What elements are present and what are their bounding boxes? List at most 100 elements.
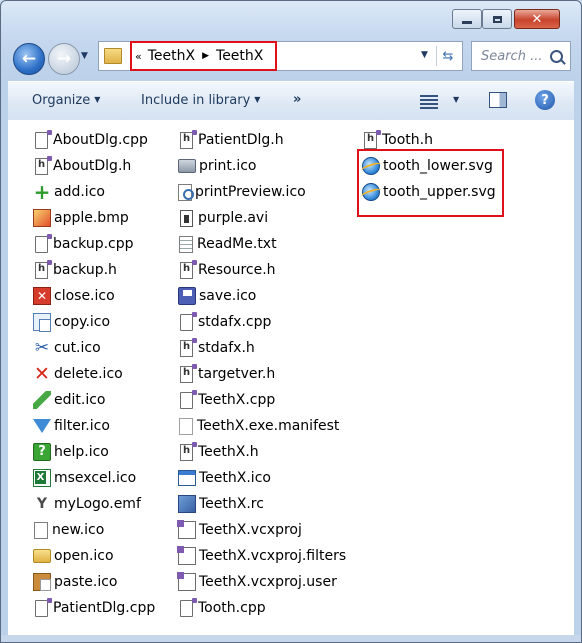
organize-button[interactable]: Organize ▼ xyxy=(32,93,100,108)
file-name: delete.ico xyxy=(54,366,123,382)
help-icon: ? xyxy=(33,443,51,461)
file-name: TeethX.exe.manifest xyxy=(197,418,340,434)
file-item[interactable]: ✕ close.ico xyxy=(33,283,155,309)
more-commands-button[interactable]: » xyxy=(293,92,301,107)
file-item[interactable]: apple.bmp xyxy=(33,205,155,231)
file-item[interactable]: TeethX.cpp xyxy=(178,387,346,413)
file-item[interactable]: AboutDlg.cpp xyxy=(33,127,155,153)
file-item[interactable]: printPreview.ico xyxy=(178,179,346,205)
file-item[interactable]: stdafx.h xyxy=(178,335,346,361)
file-item[interactable]: TeethX.vcxproj xyxy=(177,517,346,543)
refresh-icon: ⇆ xyxy=(442,48,454,64)
file-item[interactable]: new.ico xyxy=(33,517,155,543)
file-item[interactable]: TeethX.h xyxy=(178,439,346,465)
file-name: AboutDlg.h xyxy=(53,158,132,174)
address-dropdown-icon[interactable]: ▼ xyxy=(421,50,428,60)
file-item[interactable]: ? help.ico xyxy=(33,439,155,465)
vc-filters-icon xyxy=(177,546,196,565)
logo-icon: Y xyxy=(36,496,48,512)
file-name: print.ico xyxy=(199,158,257,174)
file-name: copy.ico xyxy=(54,314,111,330)
file-name: TeethX.vcxproj.user xyxy=(199,574,337,590)
file-name: stdafx.h xyxy=(198,340,255,356)
header-file-icon xyxy=(180,441,197,461)
file-name: PatientDlg.h xyxy=(198,132,284,148)
view-options-dropdown[interactable]: ▼ xyxy=(453,95,459,104)
file-item[interactable]: YmyLogo.emf xyxy=(33,491,155,517)
change-view-icon[interactable] xyxy=(420,93,438,109)
file-item[interactable]: Resource.h xyxy=(178,257,346,283)
file-name: Resource.h xyxy=(198,262,276,278)
file-item[interactable]: print.ico xyxy=(178,153,346,179)
window-bottom-border xyxy=(1,635,581,642)
search-input[interactable]: Search ... xyxy=(471,41,571,71)
cpp-file-icon xyxy=(35,129,52,149)
file-item[interactable]: ReadMe.txt xyxy=(178,231,346,257)
file-name: open.ico xyxy=(54,548,114,564)
file-column-3: Tooth.h tooth_lower.svg tooth_upper.svg xyxy=(362,127,496,205)
file-item[interactable]: PatientDlg.cpp xyxy=(33,595,155,621)
file-item[interactable]: + add.ico xyxy=(33,179,155,205)
file-item[interactable]: PatientDlg.h xyxy=(178,127,346,153)
file-item[interactable]: Tooth.cpp xyxy=(178,595,346,621)
file-item[interactable]: TeethX.ico xyxy=(178,465,346,491)
file-item[interactable]: stdafx.cpp xyxy=(178,309,346,335)
file-item[interactable]: AboutDlg.h xyxy=(33,153,155,179)
file-item[interactable]: open.ico xyxy=(33,543,155,569)
file-item[interactable]: tooth_upper.svg xyxy=(362,179,496,205)
organize-label: Organize xyxy=(32,93,91,108)
breadcrumb-overflow[interactable]: « xyxy=(135,50,142,63)
breadcrumb-item-1[interactable]: TeethX xyxy=(148,48,195,64)
forward-button[interactable]: → xyxy=(48,43,80,75)
file-name: new.ico xyxy=(52,522,105,538)
file-name: tooth_lower.svg xyxy=(383,158,493,174)
file-item[interactable]: msexcel.ico xyxy=(33,465,155,491)
window-icon xyxy=(178,470,196,486)
cpp-file-icon xyxy=(35,233,52,253)
file-item[interactable]: TeethX.exe.manifest xyxy=(178,413,346,439)
file-item[interactable]: backup.h xyxy=(33,257,155,283)
file-item[interactable]: save.ico xyxy=(178,283,346,309)
file-item[interactable]: TeethX.vcxproj.filters xyxy=(177,543,346,569)
file-item[interactable]: ✕ delete.ico xyxy=(33,361,155,387)
paste-icon xyxy=(33,573,51,591)
file-item[interactable]: purple.avi xyxy=(178,205,346,231)
forward-arrow-icon: → xyxy=(56,49,72,69)
excel-icon xyxy=(33,469,51,487)
file-name: close.ico xyxy=(54,288,115,304)
back-button[interactable]: ← xyxy=(13,43,45,75)
file-name: TeethX.ico xyxy=(199,470,271,486)
maximize-button[interactable] xyxy=(482,9,512,29)
file-item[interactable]: Tooth.h xyxy=(362,127,496,153)
file-name: myLogo.emf xyxy=(54,496,141,512)
file-item[interactable]: backup.cpp xyxy=(33,231,155,257)
file-item[interactable]: TeethX.rc xyxy=(178,491,346,517)
recent-pages-dropdown[interactable]: ▼ xyxy=(81,51,93,63)
file-item[interactable]: paste.ico xyxy=(33,569,155,595)
file-item[interactable]: filter.ico xyxy=(33,413,155,439)
help-button[interactable]: ? xyxy=(535,90,555,110)
file-item[interactable]: TeethX.vcxproj.user xyxy=(177,569,346,595)
filter-icon xyxy=(33,419,51,433)
question-mark-icon: ? xyxy=(541,92,549,108)
header-file-icon xyxy=(364,129,381,149)
close-icon: ✕ xyxy=(33,287,51,305)
minimize-button[interactable] xyxy=(452,9,482,29)
file-item[interactable]: copy.ico xyxy=(33,309,155,335)
close-window-button[interactable]: ✕ xyxy=(514,9,560,29)
chevron-down-icon: ▼ xyxy=(254,95,261,104)
file-item[interactable]: targetver.h xyxy=(178,361,346,387)
include-in-library-button[interactable]: Include in library ▼ xyxy=(141,93,260,108)
resource-script-icon xyxy=(178,495,196,513)
breadcrumb-item-2[interactable]: TeethX xyxy=(216,48,263,64)
preview-pane-icon[interactable] xyxy=(489,92,507,108)
header-file-icon xyxy=(180,363,197,383)
cpp-file-icon xyxy=(180,597,197,617)
breadcrumb-separator[interactable]: ▶ xyxy=(202,51,209,61)
file-item[interactable]: tooth_lower.svg xyxy=(362,153,496,179)
file-item[interactable]: edit.ico xyxy=(33,387,155,413)
address-bar[interactable]: « TeethX ▶ TeethX ▼ ⇆ xyxy=(98,41,463,71)
video-file-icon xyxy=(180,209,193,227)
file-item[interactable]: ✂ cut.ico xyxy=(33,335,155,361)
refresh-button[interactable]: ⇆ xyxy=(436,46,459,66)
